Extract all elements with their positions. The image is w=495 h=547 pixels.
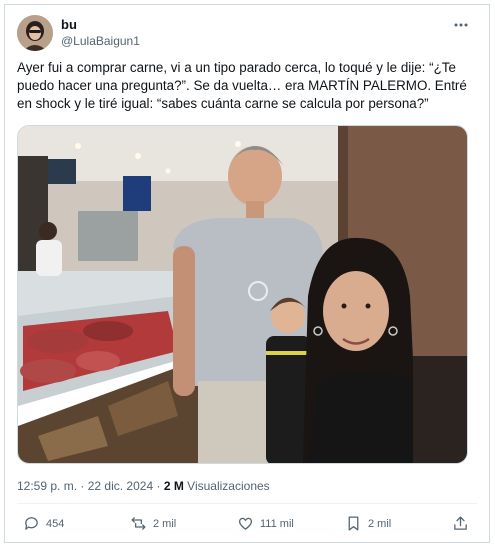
- user-handle[interactable]: @LulaBaigun1: [61, 34, 140, 48]
- divider: [17, 503, 477, 504]
- more-options-icon[interactable]: [453, 17, 469, 36]
- meta-separator: ·: [80, 479, 85, 493]
- tweet-photo[interactable]: [17, 125, 468, 464]
- more-horizontal-icon: [454, 23, 468, 27]
- views-count: 2 M: [163, 479, 184, 493]
- reply-icon: [25, 517, 38, 530]
- like-button[interactable]: 111 mil: [237, 515, 294, 532]
- repost-count: 2 mil: [153, 517, 177, 530]
- like-icon: [238, 517, 253, 530]
- display-name[interactable]: bu: [61, 17, 77, 32]
- share-icon: [454, 516, 467, 530]
- action-bar: 454 2 mil 111 mil 2 mil: [17, 515, 475, 537]
- repost-icon: [131, 517, 146, 530]
- tweet-card: bu @LulaBaigun1 Ayer fui a comprar carne…: [4, 4, 490, 543]
- like-count: 111 mil: [260, 517, 294, 530]
- tweet-time[interactable]: 12:59 p. m.: [17, 479, 77, 493]
- tweet-meta: 12:59 p. m. · 22 dic. 2024 · 2 M Visuali…: [17, 479, 270, 493]
- reply-button[interactable]: 454: [23, 515, 64, 532]
- meta-separator-2: ·: [156, 479, 161, 493]
- tweet-date[interactable]: 22 dic. 2024: [88, 479, 153, 493]
- share-button[interactable]: [452, 515, 469, 532]
- avatar[interactable]: [17, 15, 53, 51]
- tweet-text: Ayer fui a comprar carne, vi a un tipo p…: [17, 60, 467, 111]
- avatar-image: [17, 15, 53, 51]
- bookmark-button[interactable]: 2 mil: [345, 515, 391, 532]
- butcher-shop-photo: [18, 126, 467, 463]
- bookmark-icon: [348, 516, 359, 531]
- bookmark-count: 2 mil: [368, 517, 392, 530]
- repost-button[interactable]: 2 mil: [130, 515, 176, 532]
- reply-count: 454: [46, 517, 65, 530]
- views-label: Visualizaciones: [187, 479, 270, 493]
